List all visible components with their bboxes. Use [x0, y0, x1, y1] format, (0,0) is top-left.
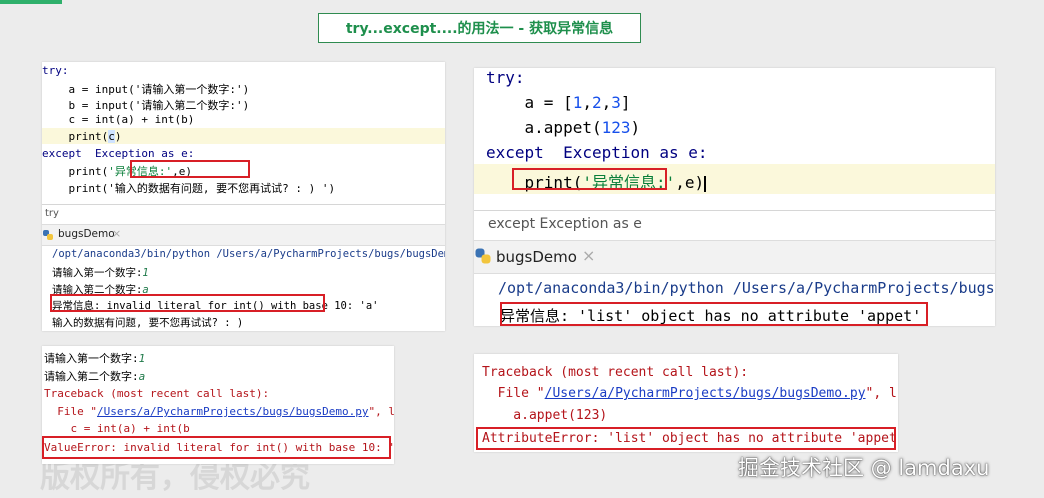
run-tab-bar: bugsDemo × — [42, 224, 445, 246]
editor-panel-input-example: try: a = input('请输入第一个数字:') b = input('请… — [42, 62, 445, 331]
file-link[interactable]: /Users/a/PycharmProjects/bugs/bugsDemo.p… — [545, 386, 866, 401]
console-line: 请输入第一个数字:1 — [52, 267, 149, 279]
code-line: b = input('请输入第二个数字:') — [42, 99, 250, 112]
highlight-box — [42, 436, 391, 459]
code-line: a.appet(123) — [486, 118, 641, 137]
console-line: 请输入第二个数字:a — [44, 370, 146, 383]
run-tab-bar: bugsDemo × — [474, 240, 995, 274]
code-line: except Exception as e: — [42, 147, 195, 160]
close-icon[interactable]: × — [582, 246, 595, 265]
footer-credit: 掘金技术社区 @ lamdaxu — [738, 456, 990, 480]
highlight-box — [512, 168, 667, 190]
console-line: a.appet(123) — [482, 408, 608, 423]
code-line: print(c) — [42, 130, 122, 143]
text-cursor — [704, 175, 707, 192]
code-line: try: — [486, 68, 525, 87]
highlight-box — [50, 294, 325, 312]
python-icon — [43, 230, 53, 240]
file-link[interactable]: /Users/a/PycharmProjects/bugs/bugsDemo.p… — [97, 405, 369, 418]
console-line: 输入的数据有问题, 要不您再试试? : ) — [52, 317, 244, 329]
run-tab[interactable]: bugsDemo × — [474, 245, 614, 269]
run-tab-label: bugsDemo — [58, 228, 115, 240]
code-line: print('输入的数据有问题, 要不您再试试? : ) ') — [42, 182, 336, 195]
run-tab-label: bugsDemo — [496, 248, 577, 266]
code-line: except Exception as e: — [486, 143, 708, 162]
highlight-box — [476, 427, 896, 450]
console-line: /opt/anaconda3/bin/python /Users/a/Pycha… — [52, 248, 445, 260]
editor-panel-attribute-example: try: a = [1,2,3] a.appet(123) except Exc… — [474, 68, 995, 326]
traceback-panel-attribute-error: Traceback (most recent call last): File … — [474, 354, 898, 452]
slide-title: try...except....的用法一 - 获取异常信息 — [318, 13, 641, 43]
code-line: a = input('请输入第一个数字:') — [42, 83, 250, 96]
console-line: Traceback (most recent call last): — [482, 365, 749, 380]
close-icon[interactable]: × — [112, 227, 121, 240]
code-line: c = int(a) + int(b) — [42, 113, 195, 126]
console-line: File "/Users/a/PycharmProjects/bugs/bugs… — [482, 386, 898, 401]
traceback-panel-value-error: 请输入第一个数字:1 请输入第二个数字:a Traceback (most re… — [42, 346, 394, 464]
breadcrumb[interactable]: try — [45, 208, 59, 219]
console-line: File "/Users/a/PycharmProjects/bugs/bugs… — [44, 405, 394, 418]
breadcrumb[interactable]: except Exception as e — [488, 216, 642, 232]
code-line: a = [1,2,3] — [486, 93, 631, 112]
console-line: c = int(a) + int(b — [44, 422, 190, 435]
console-line: 请输入第一个数字:1 — [44, 352, 146, 365]
corner-accent — [0, 0, 62, 4]
run-tab[interactable]: bugsDemo × — [42, 227, 132, 242]
highlight-box — [130, 160, 250, 178]
highlight-box — [500, 302, 928, 326]
console-line: Traceback (most recent call last): — [44, 387, 270, 400]
console-line: /opt/anaconda3/bin/python /Users/a/Pycha… — [498, 279, 995, 297]
code-line: try: — [42, 64, 69, 77]
python-icon — [475, 248, 491, 264]
